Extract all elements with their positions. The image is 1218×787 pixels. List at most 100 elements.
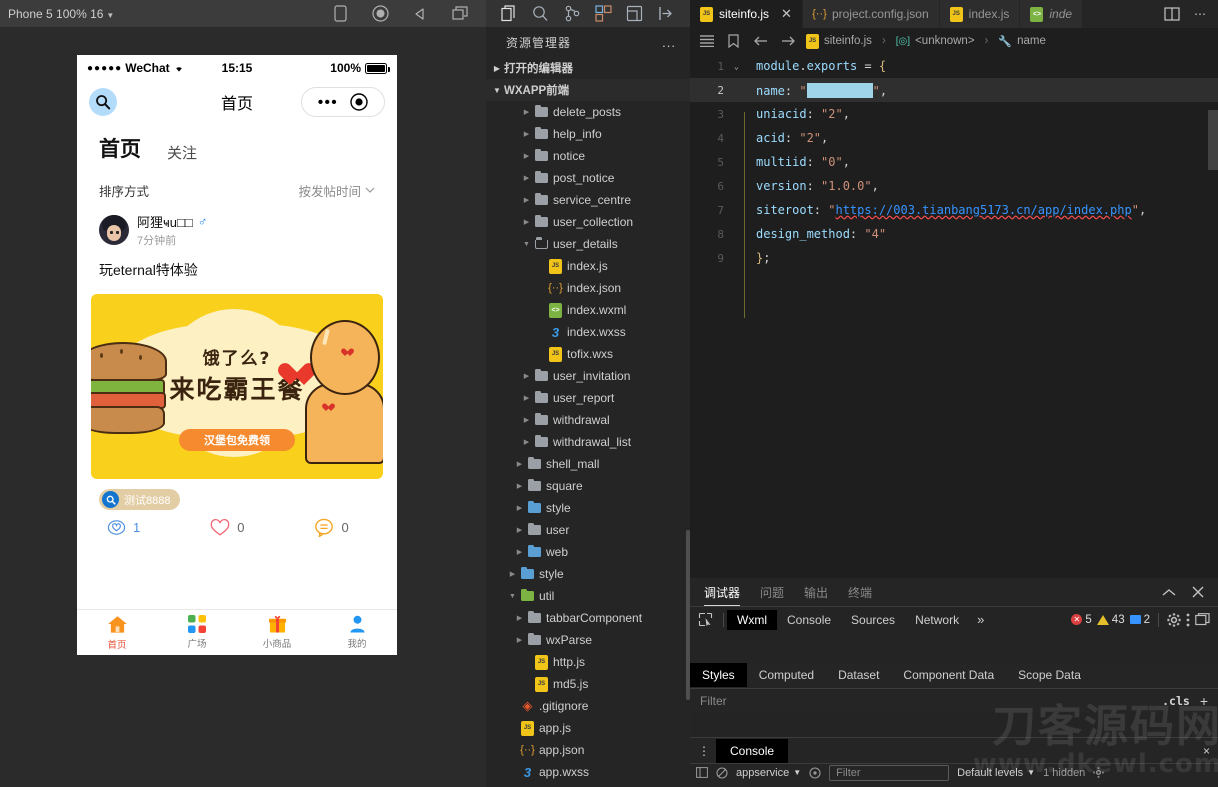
tree-folder[interactable]: ▶web: [486, 541, 690, 563]
tree-file[interactable]: JSindex.js: [486, 255, 690, 277]
tree-file[interactable]: 3index.wxss: [486, 321, 690, 343]
tree-file[interactable]: {··}index.json: [486, 277, 690, 299]
tree-folder[interactable]: ▶style: [486, 497, 690, 519]
settings-gear-icon[interactable]: [1167, 613, 1181, 627]
panel-tab-terminal[interactable]: 终端: [848, 578, 872, 606]
panel-tab-debugger[interactable]: 调试器: [704, 578, 740, 606]
tabbar-item-goods[interactable]: 小商品: [237, 610, 317, 655]
editor-scrollbar[interactable]: [1208, 110, 1218, 170]
record-icon[interactable]: [370, 4, 390, 24]
source-control-icon[interactable]: [562, 4, 582, 24]
tree-folder[interactable]: ▶notice: [486, 145, 690, 167]
sort-select[interactable]: 按发帖时间: [298, 181, 375, 200]
tree-file[interactable]: ◈.gitignore: [486, 695, 690, 717]
editor-tab-projectconfig[interactable]: {··} project.config.json: [803, 0, 940, 28]
tree-file[interactable]: <>index.wxml: [486, 299, 690, 321]
console-levels-select[interactable]: Default levels ▼: [957, 767, 1035, 779]
device-selector[interactable]: Phone 5 100% 16▼: [0, 7, 114, 21]
tree-folder[interactable]: ▼util: [486, 585, 690, 607]
warning-badge[interactable]: 43: [1097, 614, 1125, 626]
tree-folder[interactable]: ▶user_report: [486, 387, 690, 409]
outline-icon[interactable]: [698, 35, 715, 47]
tree-folder[interactable]: ▶help_info: [486, 123, 690, 145]
explorer-more-button[interactable]: ...: [662, 35, 676, 50]
styles-filter-input[interactable]: Filter: [700, 694, 727, 708]
tab-follow[interactable]: 关注: [167, 142, 197, 165]
phone-icon[interactable]: [330, 4, 350, 24]
tree-folder[interactable]: ▶user_invitation: [486, 365, 690, 387]
devtools-overflow-button[interactable]: »: [969, 612, 992, 627]
clear-console-icon[interactable]: [716, 767, 728, 779]
dock-icon[interactable]: [1195, 613, 1210, 627]
back-icon[interactable]: [752, 35, 769, 47]
error-badge[interactable]: ✕ 5: [1071, 614, 1091, 626]
breadcrumb-file[interactable]: JS siteinfo.js: [806, 34, 872, 49]
close-icon[interactable]: [1192, 586, 1204, 598]
editor-tab-indexjs[interactable]: JS index.js: [940, 0, 1021, 28]
section-workspace[interactable]: ▼ WXAPP前端: [486, 79, 690, 101]
inspect-icon[interactable]: [690, 612, 720, 627]
tree-folder[interactable]: ▶tabbarComponent: [486, 607, 690, 629]
styles-tab-component-data[interactable]: Component Data: [891, 663, 1006, 687]
kebab-menu-icon[interactable]: [1186, 613, 1190, 627]
post-banner-image[interactable]: 饿了么? 来吃霸王餐 汉堡包免费领: [91, 294, 383, 479]
search-icon[interactable]: [89, 88, 117, 116]
console-settings-icon[interactable]: [1093, 767, 1104, 778]
wechat-capsule[interactable]: •••: [301, 87, 385, 117]
view-action[interactable]: 1: [107, 518, 140, 537]
split-editor-icon[interactable]: [1164, 7, 1180, 21]
breadcrumb-symbol[interactable]: [◎] <unknown>: [896, 35, 975, 47]
extensions-icon[interactable]: [594, 4, 614, 24]
tabbar-item-home[interactable]: 首页: [77, 610, 157, 655]
console-eye-icon[interactable]: [809, 767, 821, 779]
tree-folder[interactable]: ▶withdrawal_list: [486, 431, 690, 453]
bookmark-icon[interactable]: [725, 34, 742, 48]
tree-file[interactable]: JSmd5.js: [486, 673, 690, 695]
styles-tab-computed[interactable]: Computed: [747, 663, 826, 687]
console-sidebar-icon[interactable]: [696, 767, 708, 778]
tree-file[interactable]: JSapp.js: [486, 717, 690, 739]
tab-home[interactable]: 首页: [99, 133, 141, 165]
tree-folder[interactable]: ▶user: [486, 519, 690, 541]
tree-file[interactable]: JShttp.js: [486, 651, 690, 673]
tree-folder[interactable]: ▶delete_posts: [486, 101, 690, 123]
breadcrumb-property[interactable]: 🔧 name: [998, 35, 1045, 48]
styles-tab-scope-data[interactable]: Scope Data: [1006, 663, 1093, 687]
tree-folder[interactable]: ▶shell_mall: [486, 453, 690, 475]
code-url-link[interactable]: https://003.tianbang5173.cn/app/index.ph…: [835, 203, 1131, 217]
section-open-editors[interactable]: ▶ 打开的编辑器: [486, 57, 690, 79]
tree-folder[interactable]: ▶square: [486, 475, 690, 497]
tree-folder[interactable]: ▶wxParse: [486, 629, 690, 651]
chevron-up-icon[interactable]: [1162, 588, 1176, 597]
devtools-tab-console[interactable]: Console: [777, 610, 841, 630]
files-icon[interactable]: [500, 4, 520, 24]
tree-folder[interactable]: ▶post_notice: [486, 167, 690, 189]
devtools-tab-sources[interactable]: Sources: [841, 610, 905, 630]
console-filter-input[interactable]: Filter: [829, 765, 949, 781]
tree-folder[interactable]: ▼user_details: [486, 233, 690, 255]
add-rule-button[interactable]: +: [1200, 693, 1208, 709]
windows-icon[interactable]: [450, 4, 470, 24]
panel-tab-problems[interactable]: 问题: [760, 578, 784, 606]
cls-button[interactable]: .cls: [1162, 694, 1190, 708]
collapse-icon[interactable]: [656, 4, 676, 24]
styles-tab-styles[interactable]: Styles: [690, 663, 747, 687]
panel-tab-output[interactable]: 输出: [804, 578, 828, 606]
devtools-tab-wxml[interactable]: Wxml: [727, 610, 777, 630]
editor-tab-siteinfo[interactable]: JS siteinfo.js ✕: [690, 0, 803, 28]
console-drawer-tab[interactable]: Console: [716, 739, 788, 763]
volume-icon[interactable]: [410, 4, 430, 24]
more-icon[interactable]: •••: [318, 95, 338, 110]
comment-action[interactable]: 0: [314, 518, 348, 537]
tree-file[interactable]: JStofix.wxs: [486, 343, 690, 365]
close-icon[interactable]: ×: [1203, 744, 1218, 758]
avatar[interactable]: [99, 215, 129, 245]
tabbar-item-square[interactable]: 广场: [157, 610, 237, 655]
code-editor[interactable]: 1⌄ module.exports = { 2 name: "", 3 unia…: [690, 54, 1218, 578]
kebab-menu-icon[interactable]: ⋮: [690, 744, 716, 758]
tree-folder[interactable]: ▶user_collection: [486, 211, 690, 233]
styles-tab-dataset[interactable]: Dataset: [826, 663, 891, 687]
tree-folder[interactable]: ▶style: [486, 563, 690, 585]
layout-icon[interactable]: [625, 4, 645, 24]
location-tag[interactable]: 测试8888: [99, 489, 180, 510]
